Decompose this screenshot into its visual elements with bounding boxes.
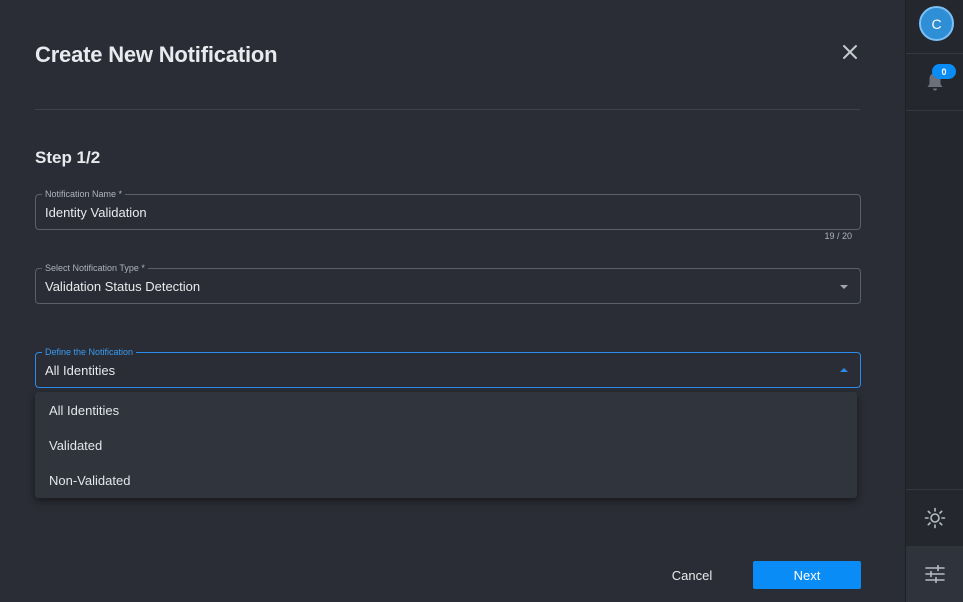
right-rail: C 0 — [905, 0, 963, 602]
menu-option-validated[interactable]: Validated — [35, 428, 857, 463]
chevron-down-icon[interactable] — [840, 285, 848, 289]
notification-name-field[interactable]: Notification Name * Identity Validation — [35, 188, 861, 230]
create-notification-dialog: Create New Notification Step 1/2 Notific… — [0, 0, 905, 602]
notification-type-label: Select Notification Type * — [42, 262, 148, 274]
menu-option-all-identities[interactable]: All Identities — [35, 393, 857, 428]
notification-count-badge: 0 — [932, 64, 956, 79]
menu-option-non-validated[interactable]: Non-Validated — [35, 463, 857, 498]
chevron-up-icon[interactable] — [840, 368, 848, 372]
page: Create New Notification Step 1/2 Notific… — [0, 0, 963, 602]
settings-panel-button[interactable] — [906, 546, 963, 602]
define-notification-menu: All Identities Validated Non-Validated — [35, 392, 857, 498]
define-notification-select[interactable]: Define the Notification All Identities — [35, 346, 861, 388]
sun-icon[interactable] — [924, 507, 946, 529]
step-indicator: Step 1/2 — [35, 148, 101, 167]
notification-name-value[interactable]: Identity Validation — [45, 205, 147, 220]
notification-type-select[interactable]: Select Notification Type * Validation St… — [35, 262, 861, 304]
rail-divider — [906, 110, 963, 111]
tune-icon — [925, 565, 945, 583]
title-divider — [35, 109, 860, 110]
cancel-button[interactable]: Cancel — [660, 561, 724, 589]
rail-divider — [906, 489, 963, 490]
define-notification-label: Define the Notification — [42, 346, 137, 358]
define-notification-value: All Identities — [45, 363, 116, 378]
rail-divider — [906, 53, 963, 54]
notification-type-value: Validation Status Detection — [45, 279, 201, 294]
dialog-title: Create New Notification — [35, 42, 278, 67]
notification-name-label: Notification Name * — [42, 188, 126, 200]
character-counter: 19 / 20 — [824, 231, 852, 241]
avatar[interactable]: C — [919, 6, 954, 41]
next-button[interactable]: Next — [753, 561, 861, 589]
close-icon[interactable] — [838, 40, 862, 64]
